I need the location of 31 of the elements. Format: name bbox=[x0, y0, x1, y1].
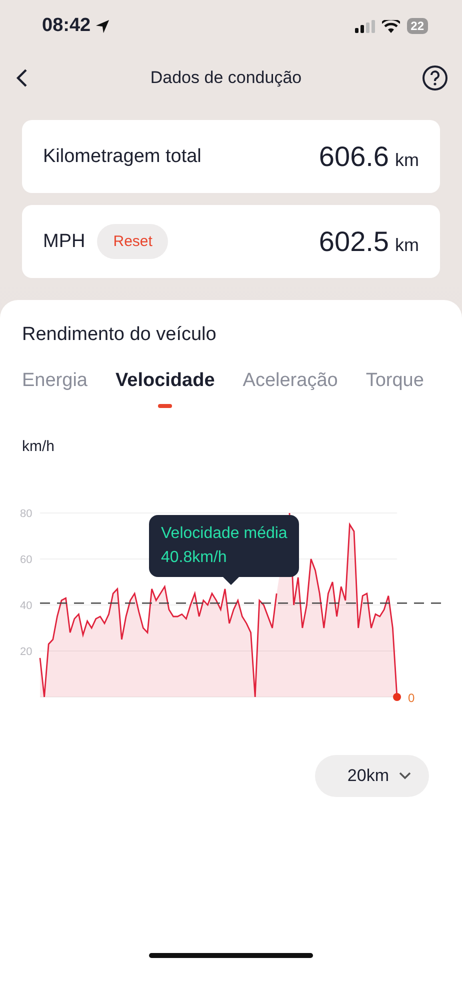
page-title: Dados de condução bbox=[150, 68, 302, 88]
stat-value: 602.5 bbox=[318, 226, 389, 258]
location-arrow-icon bbox=[94, 18, 110, 34]
status-time: 08:42 bbox=[42, 15, 91, 37]
end-point bbox=[393, 693, 401, 701]
tab[interactable]: Energia bbox=[22, 370, 88, 420]
chevron-down-icon bbox=[399, 772, 411, 780]
axis-tick-label: 60 bbox=[20, 554, 32, 566]
stat-value: 606.6 bbox=[318, 140, 389, 172]
axis-tick-label: 80 bbox=[20, 508, 32, 520]
back-icon[interactable] bbox=[14, 67, 30, 89]
range-dropdown[interactable]: 20km bbox=[315, 755, 429, 797]
stat-unit: km bbox=[395, 234, 419, 256]
signal-icon bbox=[354, 20, 375, 32]
tooltip-title: Velocidade média bbox=[161, 524, 288, 544]
battery-level: 22 bbox=[406, 18, 428, 34]
stat-unit: km bbox=[395, 150, 419, 170]
tab[interactable]: Aceleração bbox=[242, 370, 338, 420]
section-title: Rendimento do veículo bbox=[22, 324, 218, 346]
reset-button[interactable]: Reset bbox=[97, 224, 168, 259]
axis-tick-label: 20 bbox=[20, 646, 32, 658]
axis-tick-label: 40 bbox=[20, 600, 32, 612]
stat-label: MPH bbox=[43, 230, 86, 252]
unit-label: km/h bbox=[22, 438, 56, 455]
wifi-icon bbox=[382, 20, 400, 32]
stat-label: Kilometragem total bbox=[43, 146, 202, 168]
tab[interactable]: Velocidade bbox=[116, 370, 215, 420]
tab[interactable]: Torque bbox=[366, 370, 424, 420]
end-value-label: 0 bbox=[408, 691, 415, 705]
help-icon[interactable] bbox=[422, 65, 448, 91]
tooltip-value: 40.8km/h bbox=[161, 548, 228, 568]
